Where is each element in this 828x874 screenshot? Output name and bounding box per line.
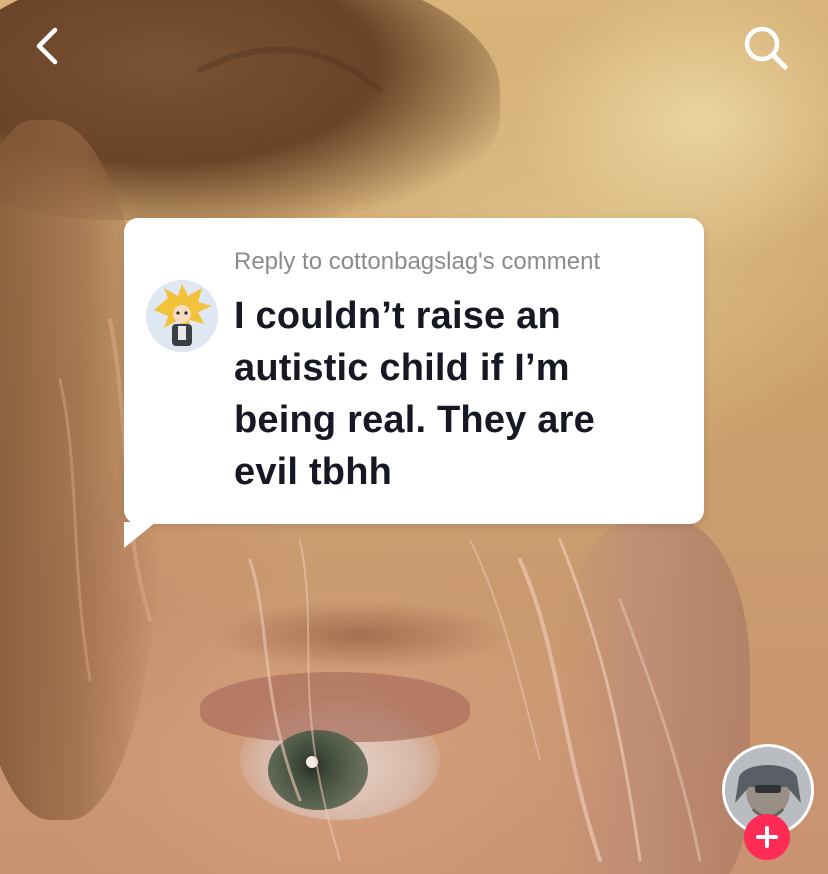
back-button[interactable] — [22, 22, 70, 70]
top-bar — [0, 0, 828, 90]
search-icon — [744, 26, 788, 70]
comment-line: autistic child if I’m — [234, 347, 570, 389]
reply-comment-sticker[interactable]: Reply to cottonbagslag's comment I could… — [124, 218, 704, 524]
commenter-avatar-image — [146, 280, 218, 352]
commenter-avatar[interactable] — [146, 280, 218, 352]
search-button[interactable] — [738, 20, 794, 76]
reply-bubble-tail — [124, 522, 156, 548]
video-screen[interactable]: Reply to cottonbagslag's comment I could… — [0, 0, 828, 874]
comment-line: I couldn’t raise an — [234, 295, 561, 337]
reply-header: Reply to cottonbagslag's comment — [234, 248, 601, 275]
comment-line: evil tbhh — [234, 451, 393, 493]
plus-icon — [756, 826, 778, 848]
chevron-left-icon — [36, 27, 58, 65]
comment-line: being real. They are — [234, 399, 595, 441]
comment-text: I couldn’t raise an autistic child if I’… — [234, 290, 674, 498]
follow-button[interactable] — [744, 814, 790, 860]
